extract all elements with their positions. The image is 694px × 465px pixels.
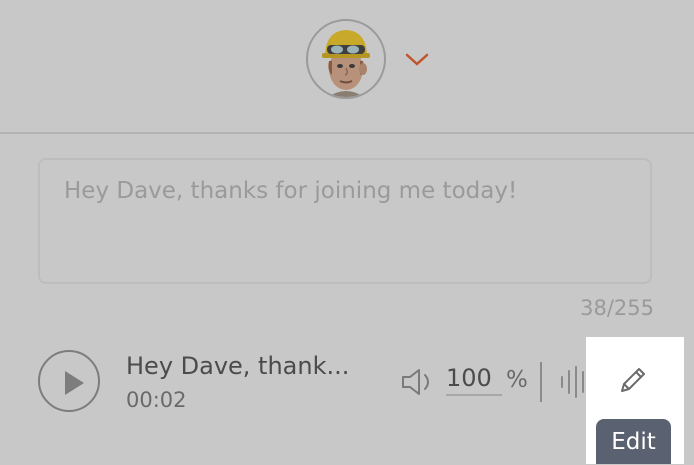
- pencil-icon[interactable]: [614, 361, 652, 399]
- clip-duration: 00:02: [126, 388, 187, 412]
- message-textarea[interactable]: Hey Dave, thanks for joining me today!: [38, 158, 652, 284]
- volume-unit: %: [506, 367, 528, 393]
- message-text: Hey Dave, thanks for joining me today!: [64, 178, 518, 204]
- play-icon: [65, 371, 84, 395]
- volume-input[interactable]: 100: [446, 364, 502, 396]
- speaker-icon[interactable]: [400, 366, 436, 398]
- edit-tooltip: Edit: [596, 419, 671, 464]
- divider: [540, 362, 542, 402]
- avatar[interactable]: [306, 19, 386, 99]
- character-counter: 38/255: [580, 296, 654, 320]
- clip-title: Hey Dave, thank...: [126, 352, 350, 380]
- header: [0, 0, 694, 134]
- chevron-down-icon[interactable]: [404, 49, 430, 69]
- construction-worker-avatar-icon: [322, 30, 370, 97]
- edit-area: Edit: [586, 337, 684, 464]
- play-button[interactable]: [38, 350, 100, 412]
